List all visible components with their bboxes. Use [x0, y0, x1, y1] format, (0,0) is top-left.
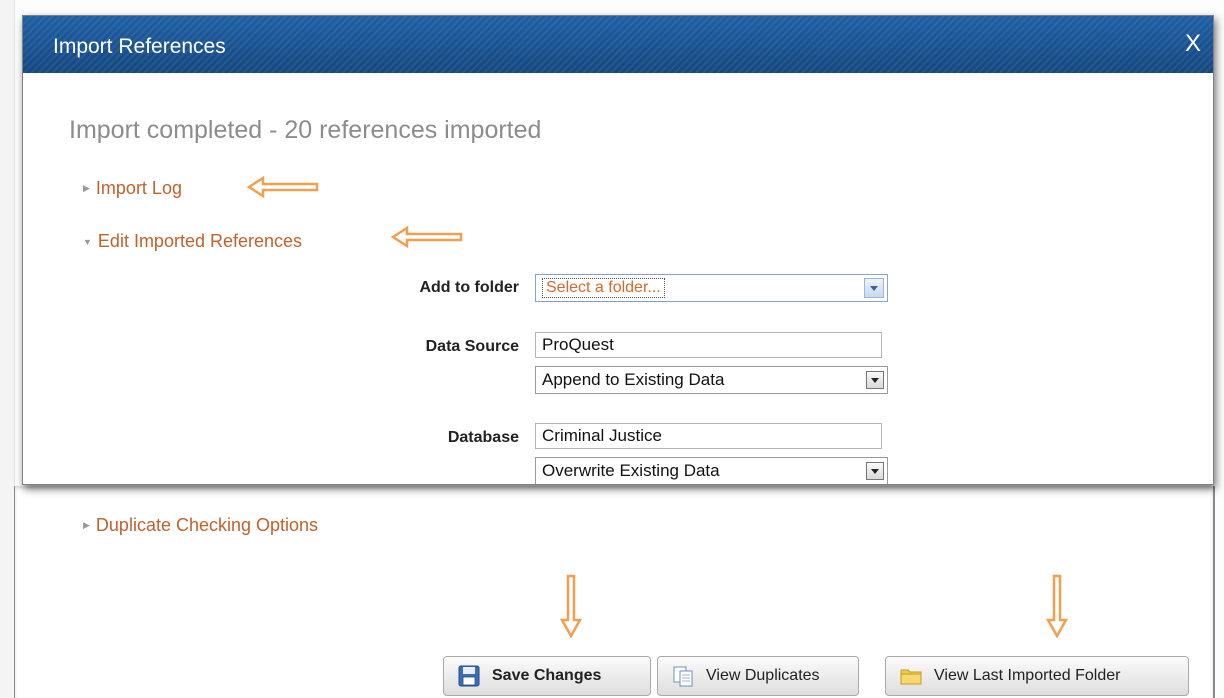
- database-mode-value: Overwrite Existing Data: [542, 461, 720, 480]
- save-changes-button[interactable]: Save Changes: [443, 656, 651, 696]
- annotation-arrow-left-icon: [391, 226, 463, 248]
- import-log-label: Import Log: [95, 178, 182, 198]
- import-log-toggle[interactable]: ▶ Import Log: [83, 178, 182, 199]
- folder-select-placeholder: Select a folder...: [542, 278, 665, 298]
- duplicate-checking-options-label: Duplicate Checking Options: [95, 515, 319, 535]
- data-source-input[interactable]: ProQuest: [535, 332, 882, 358]
- dialog-title: Import References: [53, 35, 226, 58]
- view-duplicates-label: View Duplicates: [706, 667, 820, 684]
- annotation-arrow-left-icon: [247, 176, 319, 198]
- chevron-down-icon: [866, 371, 884, 389]
- dialog-titlebar: Import References X: [23, 16, 1213, 73]
- annotation-arrow-down-icon: [1046, 574, 1068, 638]
- triangle-right-icon: ▶: [83, 520, 90, 530]
- chevron-down-icon: [864, 278, 884, 298]
- annotation-arrow-down-icon: [560, 574, 582, 638]
- view-duplicates-button[interactable]: View Duplicates: [657, 656, 859, 696]
- folder-select[interactable]: Select a folder...: [535, 274, 888, 302]
- background-sidebar-edge: [0, 0, 15, 698]
- chevron-down-icon: [866, 462, 884, 480]
- database-input[interactable]: Criminal Justice: [535, 423, 882, 449]
- floppy-disk-icon: [458, 665, 480, 687]
- edit-imported-references-toggle[interactable]: ▼ Edit Imported References: [83, 231, 302, 252]
- data-source-mode-value: Append to Existing Data: [542, 370, 725, 389]
- triangle-down-icon: ▼: [83, 236, 92, 247]
- add-to-folder-label: Add to folder: [419, 279, 519, 296]
- view-last-imported-folder-button[interactable]: View Last Imported Folder: [885, 656, 1189, 696]
- folder-icon: [900, 665, 922, 687]
- triangle-right-icon: ▶: [83, 183, 90, 193]
- edit-imported-references-label: Edit Imported References: [97, 231, 303, 251]
- duplicate-checking-options-toggle[interactable]: ▶ Duplicate Checking Options: [83, 515, 318, 536]
- dialog-footer-panel: ▶ Duplicate Checking Options Save Change…: [14, 486, 1215, 698]
- data-source-mode-select[interactable]: Append to Existing Data: [535, 366, 888, 394]
- close-button[interactable]: X: [1185, 30, 1201, 58]
- view-last-imported-folder-label: View Last Imported Folder: [934, 667, 1121, 684]
- database-mode-select[interactable]: Overwrite Existing Data: [535, 457, 888, 484]
- import-status-message: Import completed - 20 references importe…: [69, 116, 542, 144]
- copy-documents-icon: [672, 665, 694, 687]
- save-changes-label: Save Changes: [492, 667, 602, 684]
- import-references-dialog: Import References X Import completed - 2…: [22, 15, 1214, 485]
- data-source-label: Data Source: [425, 338, 519, 355]
- database-label: Database: [447, 429, 519, 446]
